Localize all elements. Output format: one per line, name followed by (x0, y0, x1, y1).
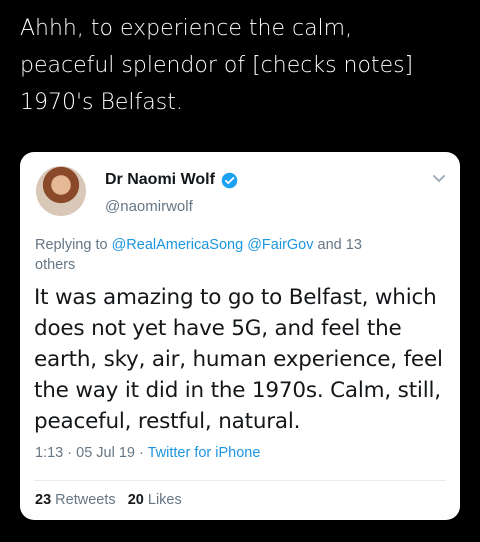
reply-prefix: Replying to (35, 237, 112, 253)
tweet-date[interactable]: 05 Jul 19 (76, 445, 135, 461)
likes-label: Likes (147, 492, 182, 508)
tweet-text-line: earth, sky, air, human experience, feel (34, 347, 443, 372)
reply-others-link[interactable]: others (35, 257, 75, 273)
reply-context: Replying to @RealAmericaSong @FairGov an… (35, 235, 435, 275)
caption-line: 1970's Belfast. (20, 90, 183, 115)
tweet-time[interactable]: 1:13 (35, 445, 63, 461)
tweet-stats: 23 Retweets 20 Likes (35, 492, 182, 508)
tweet-metadata: 1:13 · 05 Jul 19 · Twitter for iPhone (35, 445, 261, 461)
retweets-stat[interactable]: 23 Retweets (35, 492, 116, 508)
reply-user-link[interactable]: @RealAmericaSong (112, 237, 244, 253)
verified-badge-icon (221, 172, 238, 188)
divider (34, 480, 446, 481)
tweet-text-line: It was amazing to go to Belfast, which (34, 285, 437, 310)
caption-text: Ahhh, to experience the calm, peaceful s… (20, 10, 470, 121)
likes-count: 20 (127, 492, 144, 508)
author-row: Dr Naomi Wolf (105, 171, 238, 189)
tweet-source[interactable]: Twitter for iPhone (148, 445, 261, 461)
tweet-card: Dr Naomi Wolf @naomirwolf Replying to @R… (20, 152, 460, 520)
avatar[interactable] (36, 166, 86, 216)
author-handle[interactable]: @naomirwolf (105, 198, 193, 215)
chevron-down-icon[interactable] (432, 174, 446, 184)
author-name[interactable]: Dr Naomi Wolf (105, 171, 215, 189)
likes-stat[interactable]: 20 Likes (128, 492, 182, 508)
retweets-count: 23 (35, 492, 52, 508)
reply-suffix: and 13 (313, 237, 362, 253)
caption-line: Ahhh, to experience the calm, (20, 16, 353, 41)
caption-line: peaceful splendor of [checks notes] (20, 53, 414, 78)
tweet-text-line: does not yet have 5G, and feel the (34, 316, 402, 341)
tweet-text: It was amazing to go to Belfast, which d… (34, 282, 454, 437)
tweet-text-line: the way it did in the 1970s. Calm, still… (34, 378, 441, 403)
reply-user-link[interactable]: @FairGov (247, 237, 313, 253)
retweets-label: Retweets (55, 492, 116, 508)
tweet-text-line: peaceful, restful, natural. (34, 409, 301, 434)
